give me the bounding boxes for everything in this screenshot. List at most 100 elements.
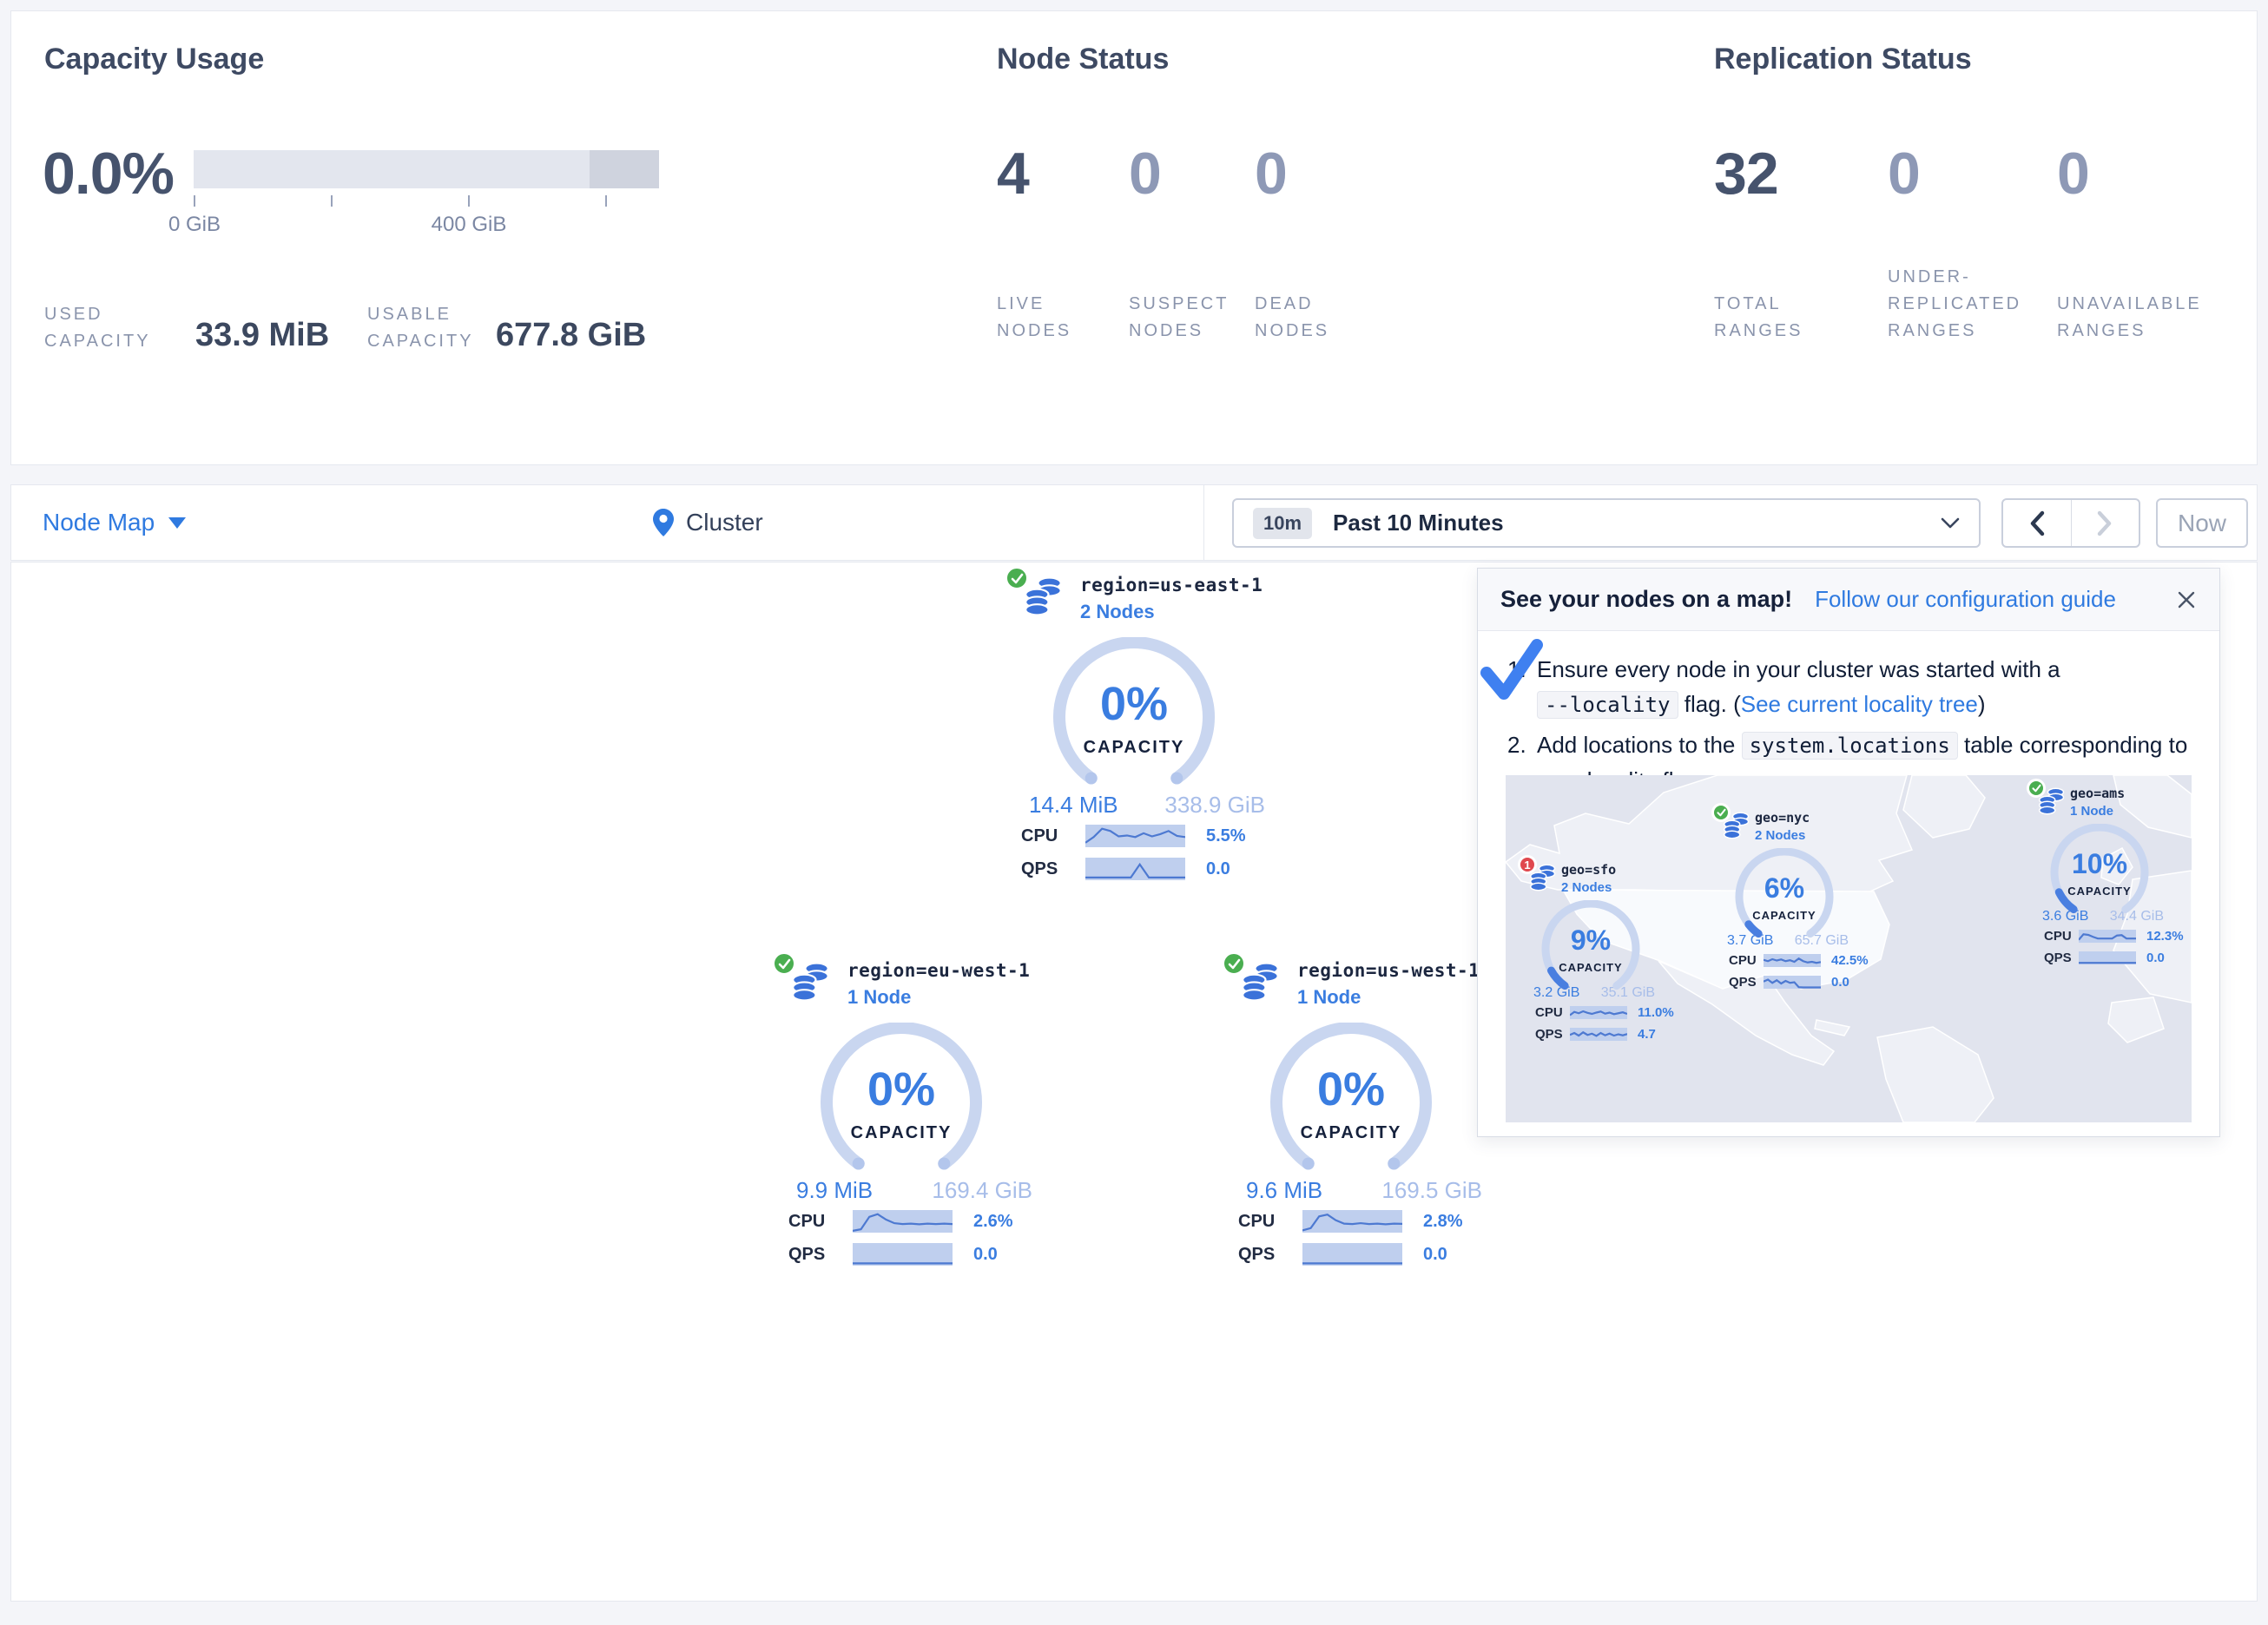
geo-node-count-link[interactable]: 2 Nodes [1755,828,1810,843]
capacity-gauge: 10% CAPACITY [2037,824,2162,918]
health-ok-badge [1711,803,1731,822]
configuration-steps: 1. Ensure every node in your cluster was… [1478,631,2219,798]
unavailable-ranges-label: UNAVAILABLERANGES [2057,261,2222,345]
database-nodes-icon [1241,962,1281,1006]
qps-sparkline [2079,951,2136,964]
capacity-caption: CAPACITY [806,1123,997,1143]
cpu-label: CPU [2044,929,2079,944]
node-map-canvas: region=us-east-1 2 Nodes 0% CAPACITY 14.… [10,562,2258,1602]
panel-title: See your nodes on a map! [1500,586,1792,613]
qps-sparkline [1085,858,1185,880]
cpu-sparkline [1570,1006,1627,1019]
geo-group-nyc[interactable]: geo=nyc 2 Nodes 6% CAPACITY 3.7 GiB 65.7… [1717,808,1873,992]
capacity-gauge: 9% CAPACITY [1528,900,1653,994]
region-node-count-link[interactable]: 1 Node [1297,986,1480,1009]
capacity-usage-bar [194,150,659,188]
used-capacity-value: 33.9 MiB [195,317,329,354]
database-nodes-icon [1024,576,1064,621]
close-icon [2176,589,2197,610]
cluster-summary-panel: Capacity Usage 0.0% 0 GiB 400 GiB USED C… [10,10,2258,465]
dead-nodes-label: DEADNODES [1255,261,1420,345]
region-group-eu-west-1[interactable]: region=eu-west-1 1 Node 0% CAPACITY 9.9 … [774,955,1043,1270]
under-replicated-ranges-value: 0 [1888,140,1920,207]
replication-status-title: Replication Status [1714,43,1972,76]
axis-tick [331,195,333,207]
total-capacity: 169.4 GiB [932,1177,1032,1204]
cpu-sparkline [2079,930,2136,943]
blue-check-icon [1478,636,1546,706]
time-step-back-button[interactable] [2003,500,2071,546]
capacity-percent: 0% [806,1062,997,1116]
qps-value: 0.0 [973,1245,998,1265]
geo-group-sfo[interactable]: 1 geo=sfo 2 Nodes 9% CAPAC [1523,860,1679,1044]
total-capacity: 169.5 GiB [1381,1177,1482,1204]
cpu-value: 42.5% [1831,953,1869,968]
qps-row: QPS 0.0 [1729,972,1873,992]
cpu-label: CPU [1238,1212,1302,1232]
total-ranges-label: TOTALRANGES [1714,261,1879,345]
geo-label: geo=ams [2070,786,2125,801]
close-button[interactable] [2176,589,2197,610]
configuration-guide-link[interactable]: Follow our configuration guide [1815,586,2116,613]
health-ok-badge [772,951,796,976]
locality-tree-link[interactable]: See current locality tree [1741,691,1978,717]
step-1-text: Ensure every node in your cluster was st… [1537,652,2195,722]
time-step-forward-button[interactable] [2072,500,2139,546]
cpu-row: CPU 42.5% [1729,951,1873,970]
view-dropdown[interactable]: Node Map [43,485,186,560]
cpu-sparkline [1302,1210,1402,1233]
database-nodes-icon [791,962,831,1006]
now-button[interactable]: Now [2156,498,2248,548]
capacity-caption: CAPACITY [1256,1123,1447,1143]
cpu-row: CPU 5.5% [1021,820,1276,852]
check-icon [778,958,791,970]
region-group-us-east-1[interactable]: region=us-east-1 2 Nodes 0% CAPACITY 14.… [1006,569,1276,885]
region-header: region=eu-west-1 1 Node [774,955,1043,1023]
map-pin-icon [653,509,674,536]
qps-label: QPS [1021,859,1085,879]
geo-node-count-link[interactable]: 2 Nodes [1561,880,1616,895]
cpu-label: CPU [1021,826,1085,846]
cpu-row: CPU 11.0% [1535,1003,1679,1023]
total-capacity: 338.9 GiB [1164,792,1265,819]
nodes-on-map-panel: See your nodes on a map! Follow our conf… [1477,568,2220,1137]
geo-group-ams[interactable]: geo=ams 1 Node 10% CAPACITY 3.6 GiB 34.4… [2032,784,2188,968]
used-capacity: 14.4 MiB [1029,792,1118,819]
used-capacity-label: USED CAPACITY [44,301,151,355]
toolbar-divider [1203,485,1204,560]
chevron-down-icon [168,517,186,529]
axis-tick-label: 0 GiB [142,213,247,237]
geo-header: geo=nyc 2 Nodes [1717,808,1873,848]
region-label: region=us-east-1 [1080,575,1263,595]
qps-row: QPS 4.7 [1535,1024,1679,1044]
panel-header: See your nodes on a map! Follow our conf… [1478,569,2219,631]
axis-tick [194,195,195,207]
qps-sparkline [853,1243,953,1266]
qps-row: QPS 0.0 [788,1239,1043,1270]
region-group-us-west-1[interactable]: region=us-west-1 1 Node 0% CAPACITY 9.6 … [1223,955,1493,1270]
time-range-select[interactable]: 10m Past 10 Minutes [1232,498,1981,548]
capacity-percent: 6% [1722,872,1847,905]
region-node-count-link[interactable]: 1 Node [847,986,1030,1009]
qps-row: QPS 0.0 [2044,948,2188,968]
time-range-badge: 10m [1253,508,1312,539]
check-icon [1228,958,1241,970]
cpu-label: CPU [788,1212,853,1232]
used-capacity: 9.9 MiB [796,1177,873,1204]
geo-node-count-link[interactable]: 1 Node [2070,804,2125,819]
capacity-percent: 9% [1528,924,1653,957]
time-step-controls [2001,498,2140,548]
locality-flag-code: --locality [1537,691,1678,719]
chevron-down-icon [1941,517,1960,530]
capacity-percent: 0% [1256,1062,1447,1116]
step-1: 1. Ensure every node in your cluster was… [1507,652,2195,722]
cpu-sparkline [1764,954,1821,967]
region-node-count-link[interactable]: 2 Nodes [1080,601,1263,623]
capacity-usage-bar-reserved-segment [590,150,659,188]
chevron-right-icon [2097,510,2113,536]
cpu-label: CPU [1729,953,1764,968]
region-label: region=eu-west-1 [847,960,1030,981]
capacity-gauge: 0% CAPACITY [1256,1023,1447,1174]
health-ok-badge [2027,779,2046,798]
geo-header: 1 geo=sfo 2 Nodes [1523,860,1679,900]
